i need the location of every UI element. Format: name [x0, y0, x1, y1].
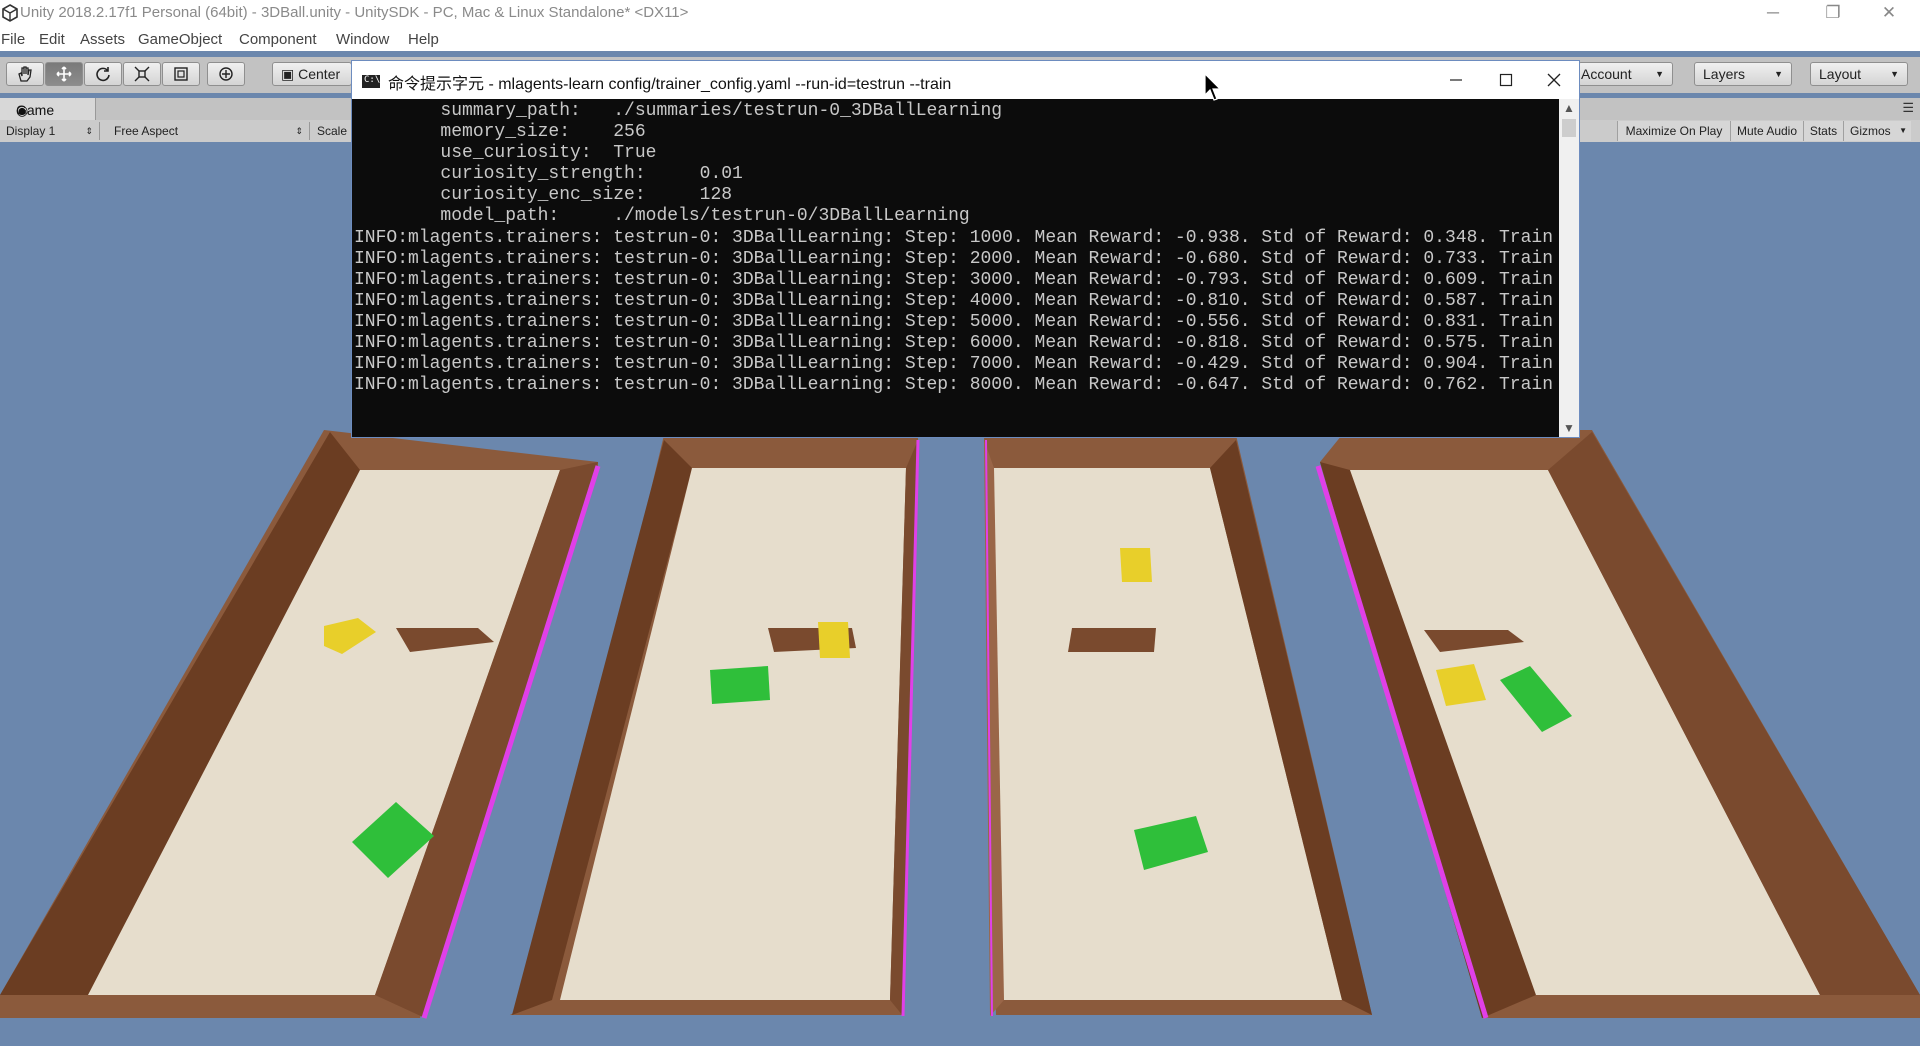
- move-tool-button[interactable]: [45, 62, 83, 86]
- hand-tool-button[interactable]: [6, 62, 44, 86]
- green-cube: [710, 666, 770, 704]
- console-line: memory_size: 256: [354, 122, 646, 143]
- console-line: summary_path: ./summaries/testrun-0_3DBa…: [354, 101, 1003, 121]
- console-line: curiosity_enc_size: 128: [354, 185, 733, 206]
- console-line: INFO:mlagents.trainers: testrun-0: 3DBal…: [354, 269, 1554, 290]
- menu-gameobject[interactable]: GameObject: [138, 31, 222, 48]
- restore-button[interactable]: ❐: [1810, 2, 1856, 24]
- layers-dropdown[interactable]: Layers ▼: [1694, 62, 1792, 86]
- pivot-center-button[interactable]: ▣ Center: [272, 62, 352, 86]
- console-line: INFO:mlagents.trainers: testrun-0: 3DBal…: [354, 290, 1554, 311]
- console-line: curiosity_strength: 0.01: [354, 164, 743, 185]
- gizmos-label: Gizmos: [1850, 124, 1891, 138]
- maximize-on-play-button[interactable]: Maximize On Play: [1617, 121, 1730, 141]
- tab-game[interactable]: ◉ Game: [0, 98, 96, 120]
- dropdown-arrow-icon: ▼: [1899, 126, 1907, 135]
- console-line: INFO:mlagents.trainers: testrun-0: 3DBal…: [354, 311, 1554, 332]
- title-bar: Unity 2018.2.17f1 Personal (64bit) - 3DB…: [0, 0, 1920, 27]
- scale-icon: [134, 66, 150, 82]
- close-button[interactable]: ✕: [1866, 2, 1912, 24]
- yellow-cube: [818, 622, 850, 658]
- scroll-down-icon[interactable]: ▼: [1559, 421, 1579, 435]
- menu-file[interactable]: File: [1, 31, 25, 48]
- move-icon: [56, 66, 72, 82]
- menu-assets[interactable]: Assets: [80, 31, 125, 48]
- game-tab-label: Game: [16, 102, 55, 118]
- rotate-icon: [96, 67, 110, 82]
- layout-dropdown[interactable]: Layout ▼: [1810, 62, 1908, 86]
- layers-label: Layers: [1703, 66, 1746, 82]
- transform-icon: [219, 67, 233, 81]
- dropdown-arrow-icon: ▼: [1890, 69, 1899, 79]
- maximize-icon: [1499, 73, 1513, 87]
- console-minimize-button[interactable]: [1432, 65, 1480, 95]
- console-scrollbar[interactable]: ▲ ▼: [1559, 99, 1579, 437]
- paddle: [1068, 628, 1156, 652]
- yellow-cube: [1120, 548, 1152, 582]
- select-arrow-icon: ⇕: [295, 126, 303, 136]
- scroll-up-icon[interactable]: ▲: [1559, 101, 1579, 115]
- cmd-icon: C:\: [362, 75, 380, 88]
- console-maximize-button[interactable]: [1482, 65, 1530, 95]
- console-line: INFO:mlagents.trainers: testrun-0: 3DBal…: [354, 333, 1554, 354]
- dropdown-arrow-icon: ▼: [1774, 69, 1783, 79]
- menu-edit[interactable]: Edit: [39, 31, 65, 48]
- console-line: INFO:mlagents.trainers: testrun-0: 3DBal…: [354, 248, 1554, 269]
- close-icon: [1547, 73, 1561, 87]
- rect-tool-button[interactable]: [162, 62, 200, 86]
- display-select[interactable]: Display 1 ⇕: [0, 122, 100, 140]
- rect-icon: [174, 67, 188, 81]
- scale-tool-button[interactable]: [123, 62, 161, 86]
- aspect-label: Free Aspect: [114, 124, 179, 138]
- console-close-button[interactable]: [1530, 65, 1578, 95]
- account-dropdown[interactable]: Account ▼: [1578, 62, 1673, 86]
- pivot-center-label: Center: [298, 66, 341, 82]
- rotate-tool-button[interactable]: [84, 62, 122, 86]
- stats-button[interactable]: Stats: [1803, 121, 1843, 141]
- display-label: Display 1: [6, 124, 56, 138]
- mute-audio-button[interactable]: Mute Audio: [1730, 121, 1803, 141]
- minimize-button[interactable]: ─: [1750, 2, 1796, 24]
- scale-label: Scale: [317, 124, 348, 138]
- scroll-thumb[interactable]: [1562, 119, 1576, 137]
- command-prompt-window[interactable]: C:\ 命令提示字元 - mlagents-learn config/train…: [352, 61, 1579, 437]
- mouse-cursor-icon: [1204, 73, 1222, 101]
- cmd-icon-text: C:\: [364, 75, 381, 85]
- transform-tool-button[interactable]: [207, 62, 245, 86]
- console-line: use_curiosity: True: [354, 143, 657, 164]
- menu-bar: File Edit Assets GameObject Component Wi…: [0, 27, 1920, 51]
- menu-window[interactable]: Window: [336, 31, 389, 48]
- console-output[interactable]: summary_path: ./summaries/testrun-0_3DBa…: [354, 101, 1554, 433]
- dropdown-arrow-icon: ▼: [1655, 69, 1664, 79]
- console-line: INFO:mlagents.trainers: testrun-0: 3DBal…: [354, 375, 1554, 396]
- aspect-select[interactable]: Free Aspect ⇕: [108, 122, 310, 140]
- select-arrow-icon: ⇕: [85, 126, 93, 136]
- gizmos-button[interactable]: Gizmos ▼: [1843, 121, 1911, 141]
- window-title: Unity 2018.2.17f1 Personal (64bit) - 3DB…: [20, 4, 689, 21]
- layout-label: Layout: [1819, 66, 1862, 82]
- pivot-icon: ▣: [281, 66, 295, 82]
- unity-logo-icon: [2, 4, 18, 22]
- tab-menu-icon[interactable]: ☰: [1902, 100, 1914, 116]
- hand-icon: [18, 66, 32, 82]
- menu-component[interactable]: Component: [239, 31, 317, 48]
- console-line: INFO:mlagents.trainers: testrun-0: 3DBal…: [354, 227, 1554, 248]
- menu-help[interactable]: Help: [408, 31, 439, 48]
- minimize-icon: [1450, 79, 1462, 81]
- console-title-bar[interactable]: C:\ 命令提示字元 - mlagents-learn config/train…: [352, 61, 1579, 99]
- console-line: model_path: ./models/testrun-0/3DBallLea…: [354, 206, 970, 227]
- console-title: 命令提示字元 - mlagents-learn config/trainer_c…: [388, 76, 952, 93]
- console-line: INFO:mlagents.trainers: testrun-0: 3DBal…: [354, 354, 1554, 375]
- account-label: Account: [1581, 66, 1632, 82]
